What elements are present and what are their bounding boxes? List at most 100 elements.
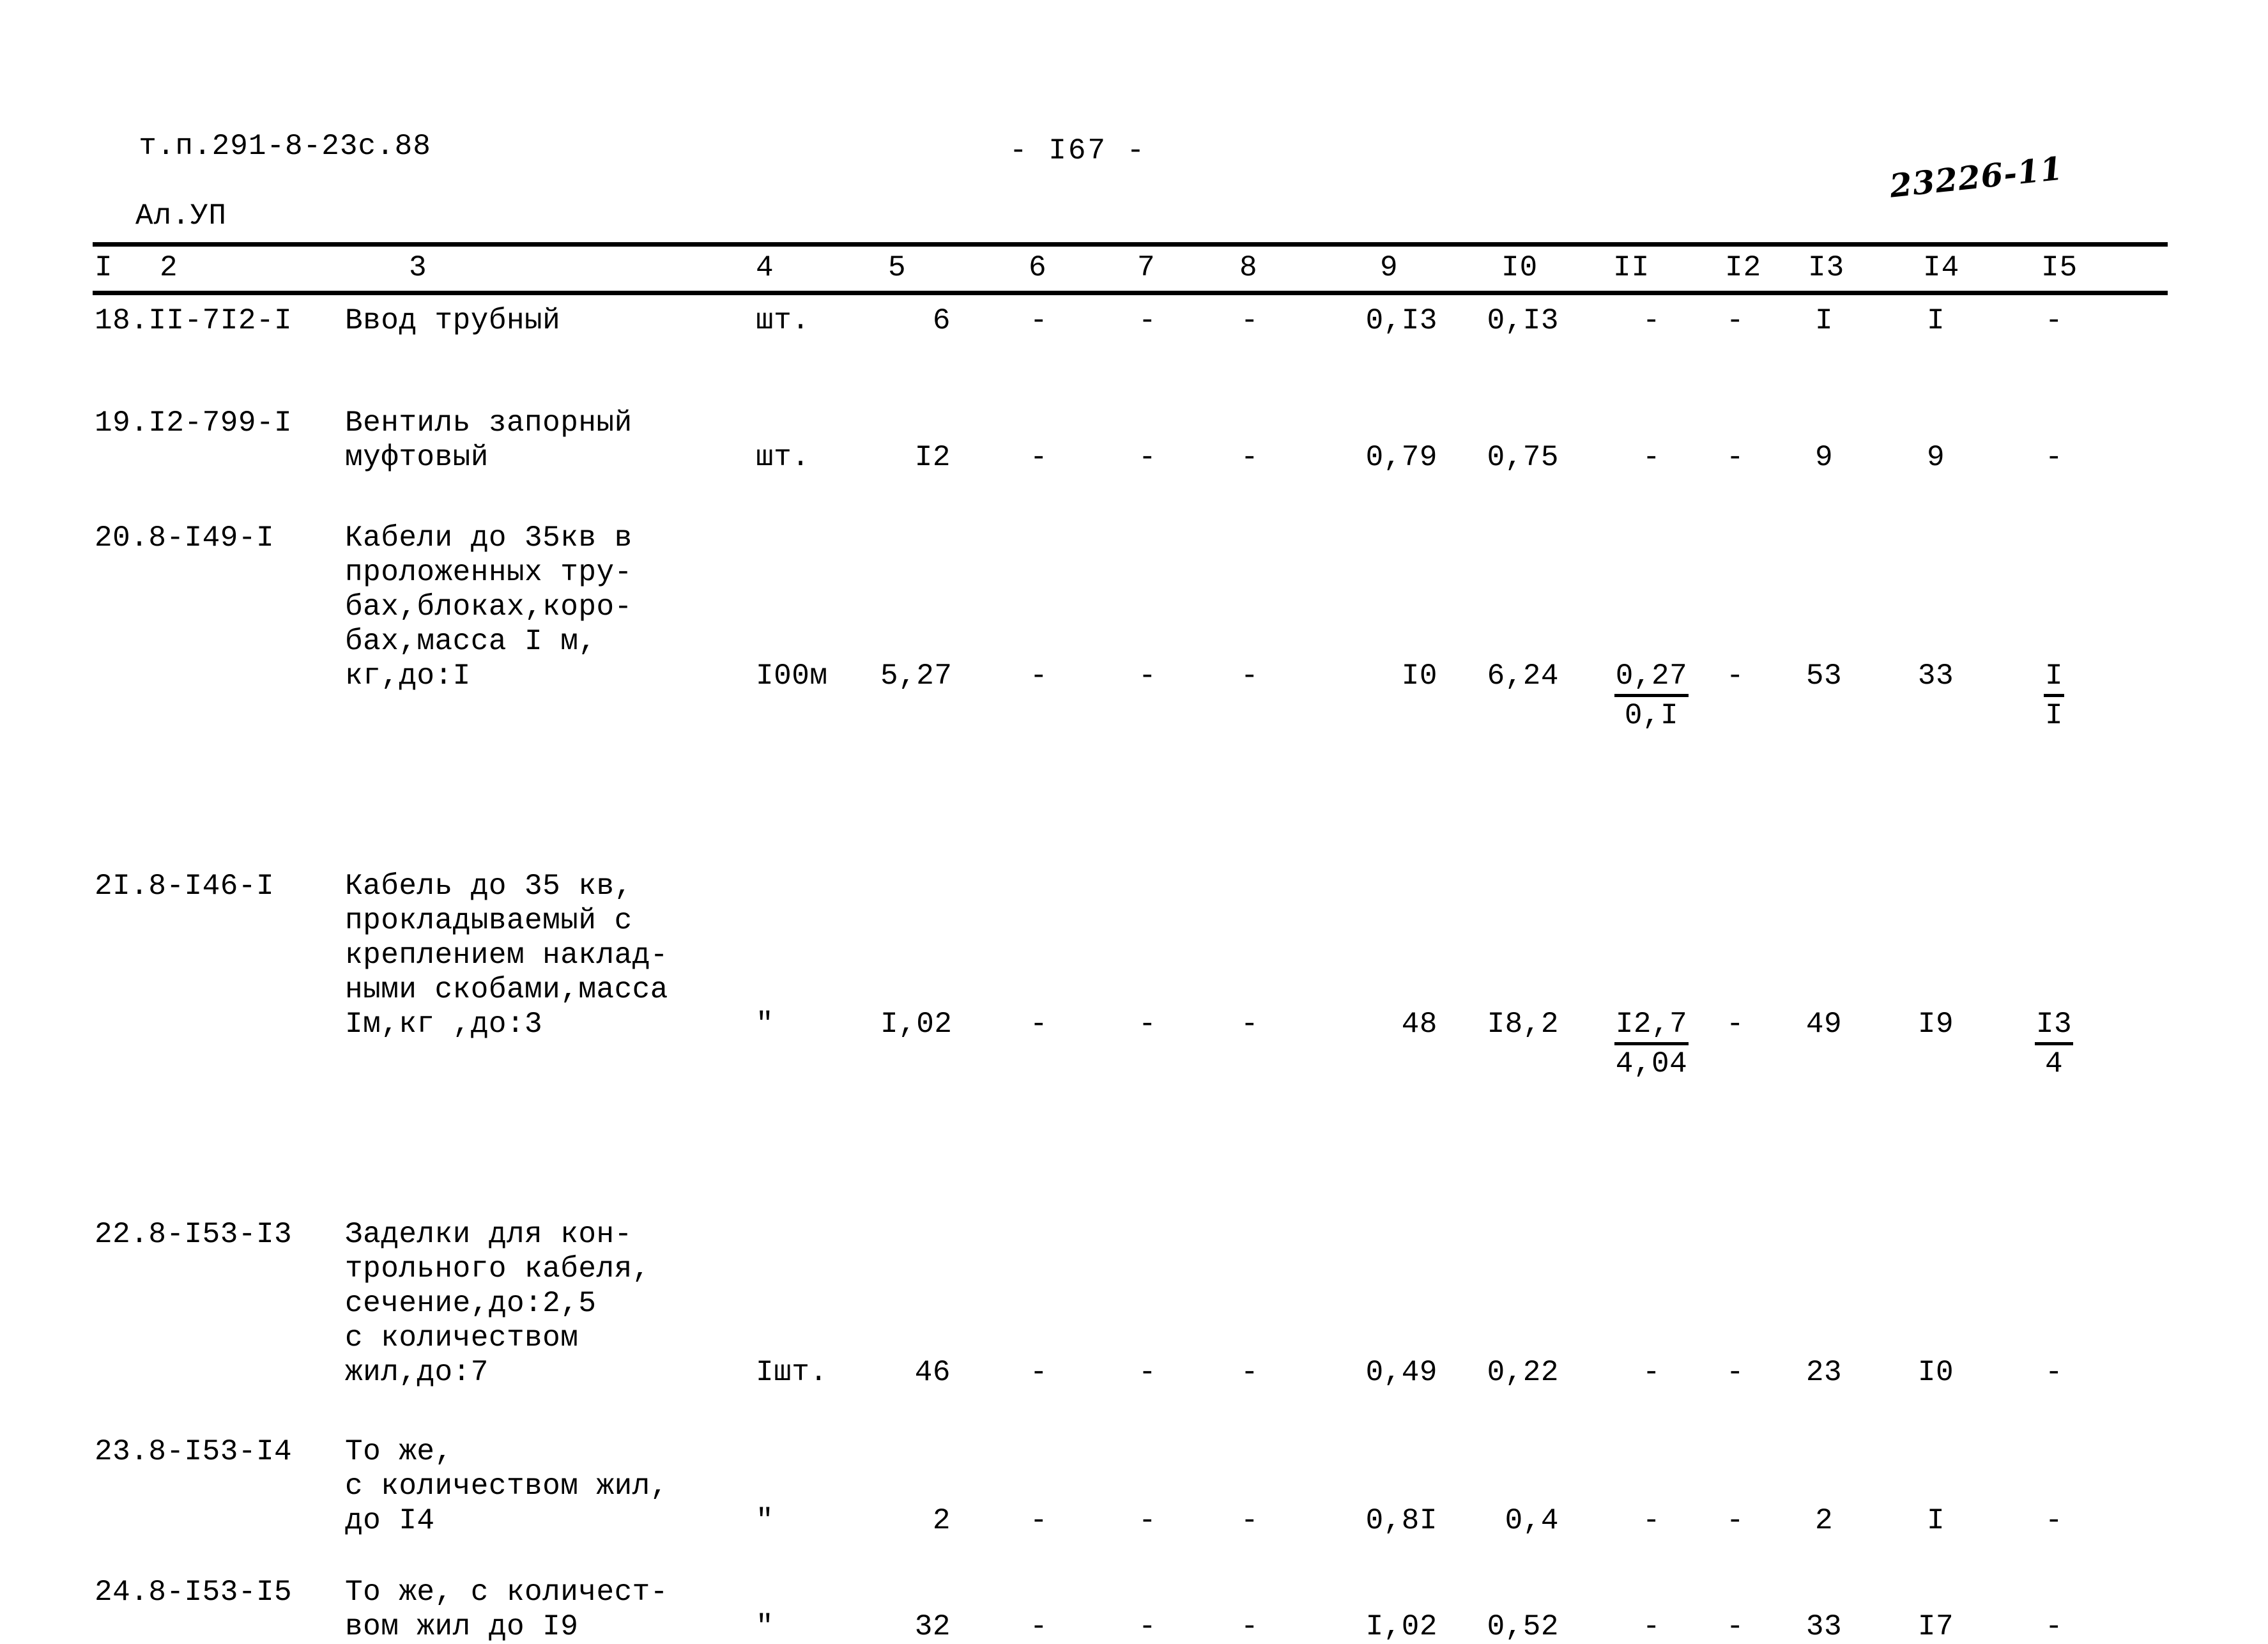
row-value-8: -	[1240, 1504, 1259, 1537]
row-value-15: -	[2044, 441, 2064, 474]
row-value-14: I0	[1917, 1356, 1954, 1389]
row-value-14: I	[1926, 1504, 1945, 1537]
row-value-10: 6,24	[1487, 659, 1559, 693]
row-description: Кабели до 35кв в проложенных тру-бах,блок…	[345, 521, 632, 693]
column-number-I5: I5	[2041, 251, 2078, 284]
row-description-line: с количеством жил,	[345, 1470, 668, 1503]
row-description-line: бах,блоках,коро-	[345, 590, 632, 624]
row-value-13: I	[1814, 304, 1834, 337]
row-code: 24.8-I53-I5	[95, 1576, 293, 1609]
row-description: Кабель до 35 кв, прокладываемый с креплени…	[345, 869, 668, 1041]
row-value-14: I9	[1917, 1008, 1954, 1041]
row-description-line: Ввод трубный	[345, 304, 561, 337]
fraction: 0,27 0,I	[1614, 659, 1689, 733]
row-value-12: -	[1726, 304, 1745, 337]
column-number-7: 7	[1137, 251, 1156, 284]
row-value-8: -	[1240, 1008, 1259, 1041]
column-number-I0: I0	[1501, 251, 1538, 284]
row-value-11-fraction: I2,7 4,04	[1597, 1007, 1706, 1081]
row-description-line: Заделки для кон-	[345, 1218, 632, 1251]
row-description-line: Вентиль запорный	[345, 406, 632, 440]
row-description-line: жил,до:7	[345, 1356, 489, 1389]
row-description-line: Кабели до 35кв в	[345, 521, 632, 555]
column-number-5: 5	[888, 251, 907, 284]
row-value-13: 23	[1805, 1356, 1843, 1389]
row-value-12: -	[1726, 441, 1745, 474]
row-value-12: -	[1726, 1504, 1745, 1537]
document-code-line-2: Ал.УП	[135, 199, 227, 233]
column-number-I2: I2	[1725, 251, 1762, 284]
row-value-5: I2	[914, 441, 951, 474]
row-value-8: -	[1240, 659, 1259, 693]
row-description-line: кг,до:I	[345, 659, 471, 693]
row-value-8: -	[1240, 1610, 1259, 1643]
row-value-14: I	[1926, 304, 1945, 337]
row-value-5: I,02	[880, 1008, 953, 1041]
row-code: 20.8-I49-I	[95, 521, 275, 555]
row-unit: Iшт.	[756, 1356, 828, 1389]
row-value-11: -	[1642, 1356, 1661, 1389]
row-description-line: проложенных тру-	[345, 556, 632, 589]
row-unit: "	[756, 1008, 774, 1041]
column-number-II: II	[1613, 251, 1650, 284]
row-value-9: 0,I3	[1365, 304, 1437, 337]
row-description-line: креплением наклад-	[345, 939, 668, 972]
row-value-5: 32	[914, 1610, 951, 1643]
row-value-5: 46	[914, 1356, 951, 1389]
row-value-11: -	[1642, 1504, 1661, 1537]
row-description-line: трольного кабеля,	[345, 1252, 650, 1286]
handwritten-stamp-number: 23226-11	[1888, 149, 2065, 205]
column-number-6: 6	[1029, 251, 1047, 284]
row-value-13: 2	[1814, 1504, 1834, 1537]
row-value-10: 0,I3	[1487, 304, 1559, 337]
row-description-line: То же,	[345, 1435, 453, 1468]
row-description-line: бах,масса I м,	[345, 625, 597, 658]
row-description-line: до I4	[345, 1504, 435, 1537]
row-value-12: -	[1726, 659, 1745, 693]
row-description: То же, с количеством жил, до I4	[345, 1434, 668, 1538]
row-code: 18.II-7I2-I	[95, 304, 293, 337]
row-value-14: I7	[1917, 1610, 1954, 1643]
row-description-line: вом жил до I9	[345, 1610, 579, 1643]
table-top-rule	[93, 242, 2168, 247]
row-value-6: -	[1029, 1610, 1048, 1643]
row-value-9: 0,8I	[1365, 1504, 1437, 1537]
row-value-13: 53	[1805, 659, 1843, 693]
row-value-13: 9	[1814, 441, 1834, 474]
row-value-11: -	[1642, 304, 1661, 337]
row-description: Заделки для кон-трольного кабеля, сечение…	[345, 1217, 650, 1390]
row-value-9: I,02	[1365, 1610, 1437, 1643]
row-value-9: 0,79	[1365, 441, 1437, 474]
row-code: 23.8-I53-I4	[95, 1435, 293, 1468]
column-number-2: 2	[160, 251, 178, 284]
row-description-line: прокладываемый с	[345, 904, 632, 937]
row-value-10: 0,22	[1487, 1356, 1559, 1389]
row-value-11-fraction: 0,27 0,I	[1597, 659, 1706, 733]
column-number-I4: I4	[1923, 251, 1960, 284]
row-value-10: I8,2	[1487, 1008, 1559, 1041]
row-description-line: муфтовый	[345, 441, 489, 474]
row-value-15: -	[2044, 304, 2064, 337]
row-unit: шт.	[756, 441, 810, 474]
row-value-7: -	[1138, 659, 1157, 693]
row-description-line: Iм,кг ,до:3	[345, 1008, 543, 1041]
row-description: Вентиль запорный муфтовый	[345, 406, 632, 475]
row-value-6: -	[1029, 1008, 1048, 1041]
column-number-9: 9	[1380, 251, 1398, 284]
row-value-7: -	[1138, 1504, 1157, 1537]
row-value-7: -	[1138, 1008, 1157, 1041]
row-code: 2I.8-I46-I	[95, 870, 275, 903]
fraction-numerator: 0,27	[1614, 659, 1689, 697]
row-value-7: -	[1138, 304, 1157, 337]
row-value-11: -	[1642, 1610, 1661, 1643]
fraction-denominator: 4,04	[1615, 1047, 1688, 1080]
row-value-9: 48	[1401, 1008, 1437, 1041]
row-value-5: 6	[932, 304, 951, 337]
column-number-4: 4	[756, 251, 774, 284]
row-value-12: -	[1726, 1008, 1745, 1041]
row-value-7: -	[1138, 441, 1157, 474]
row-value-8: -	[1240, 304, 1259, 337]
row-value-15: -	[2044, 1610, 2064, 1643]
row-value-12: -	[1726, 1610, 1745, 1643]
row-value-6: -	[1029, 1356, 1048, 1389]
